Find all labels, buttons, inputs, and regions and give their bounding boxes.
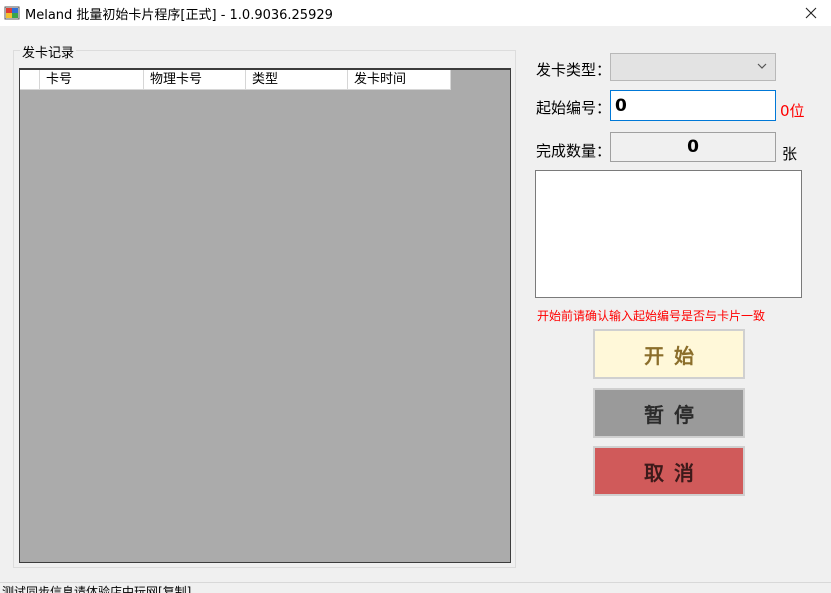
start-no-input[interactable]	[610, 90, 776, 121]
cancel-button[interactable]: 取消	[593, 446, 745, 496]
group-legend: 发卡记录	[20, 42, 77, 61]
column-header-type[interactable]: 类型	[246, 70, 348, 90]
card-record-grid[interactable]: 卡号 物理卡号 类型 发卡时间	[19, 68, 511, 563]
status-text: 测试同步信息请体验店中玩网[复制]	[2, 585, 192, 593]
window-title: Meland 批量初始卡片程序[正式] - 1.0.9036.25929	[25, 8, 333, 23]
close-icon	[805, 7, 817, 19]
digits-suffix: 0位	[780, 102, 805, 120]
count-unit: 张	[782, 145, 798, 163]
log-textbox[interactable]	[535, 170, 802, 298]
column-header-physical-card-no[interactable]: 物理卡号	[144, 70, 246, 90]
grid-row-header[interactable]	[20, 70, 40, 90]
title-bar: Meland 批量初始卡片程序[正式] - 1.0.9036.25929	[0, 0, 831, 26]
column-header-issue-time[interactable]: 发卡时间	[348, 70, 451, 90]
start-no-label: 起始编号：	[536, 99, 612, 117]
grid-header: 卡号 物理卡号 类型 发卡时间	[20, 70, 451, 90]
pause-button[interactable]: 暂停	[593, 388, 745, 438]
status-bar: 测试同步信息请体验店中玩网[复制]	[0, 582, 831, 593]
done-count-value: 0	[610, 132, 776, 162]
column-header-card-no[interactable]: 卡号	[40, 70, 144, 90]
close-button[interactable]	[791, 0, 831, 26]
card-type-label: 发卡类型：	[536, 61, 612, 79]
start-button[interactable]: 开始	[593, 329, 745, 379]
done-count-label: 完成数量：	[536, 142, 612, 160]
card-type-select[interactable]	[610, 53, 776, 81]
warning-text: 开始前请确认输入起始编号是否与卡片一致	[537, 309, 766, 323]
app-icon	[4, 6, 20, 20]
chevron-down-icon	[757, 63, 767, 69]
